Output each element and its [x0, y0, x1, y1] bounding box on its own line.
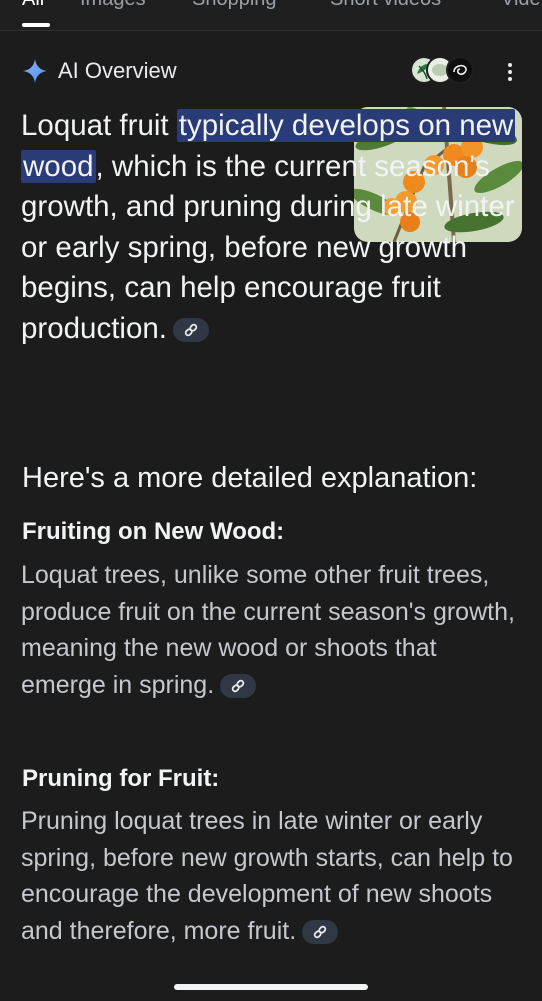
sparkle-icon	[23, 59, 47, 83]
section-body-pruning: Pruning loquat trees in late winter or e…	[21, 803, 526, 949]
lead-suffix: , which is the current season's growth, …	[21, 149, 515, 345]
section-body-text: Loquat trees, unlike some other fruit tr…	[21, 561, 515, 699]
more-options-icon[interactable]	[498, 60, 522, 84]
section-heading-pruning: Pruning for Fruit:	[22, 765, 220, 792]
link-icon[interactable]	[302, 920, 339, 945]
source-avatar-logo	[446, 56, 474, 84]
tab-images[interactable]: Images	[80, 0, 146, 11]
explanation-heading: Here's a more detailed explanation:	[22, 462, 478, 494]
tab-short-videos[interactable]: Short videos	[330, 0, 441, 11]
active-tab-indicator	[22, 23, 50, 27]
lead-prefix: Loquat fruit	[21, 109, 177, 142]
source-avatars[interactable]	[410, 56, 476, 86]
section-body-fruiting: Loquat trees, unlike some other fruit tr…	[21, 557, 526, 703]
ai-overview-header: AI Overview	[22, 57, 177, 85]
link-icon[interactable]	[220, 674, 257, 699]
overview-lead-paragraph: Loquat fruit typically develops on new w…	[21, 106, 521, 349]
home-indicator[interactable]	[174, 984, 368, 990]
section-heading-fruiting: Fruiting on New Wood:	[22, 518, 285, 545]
link-icon[interactable]	[172, 317, 209, 342]
search-tabs: All Images Shopping Short videos Vide	[0, 0, 542, 30]
ai-overview-title: AI Overview	[58, 58, 177, 83]
tab-all[interactable]: All	[22, 0, 44, 11]
section-body-text: Pruning loquat trees in late winter or e…	[21, 807, 513, 945]
tab-shopping[interactable]: Shopping	[192, 0, 277, 11]
tab-videos[interactable]: Vide	[501, 0, 541, 11]
